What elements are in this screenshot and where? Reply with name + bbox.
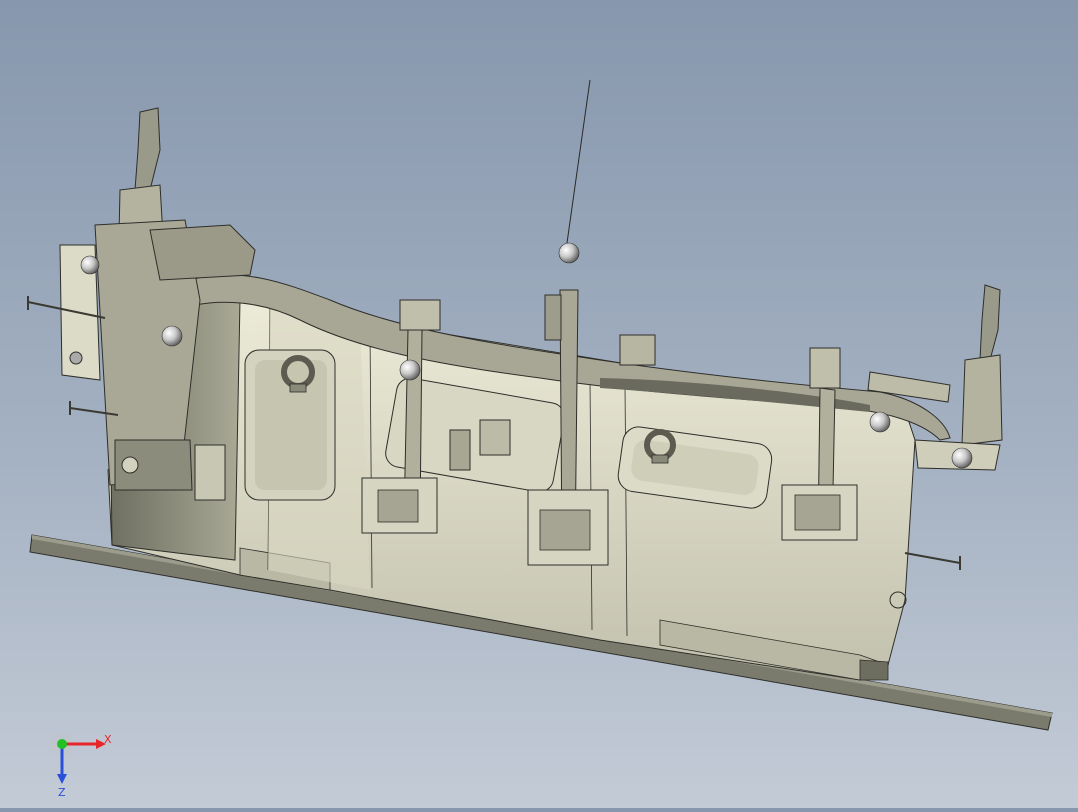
cad-viewport[interactable]: X Z [0, 0, 1078, 808]
locating-ball-4[interactable] [869, 411, 891, 433]
locating-ball-1[interactable] [558, 242, 580, 264]
y-axis-dot [57, 739, 67, 749]
z-axis-label: Z [58, 786, 66, 798]
coordinate-triad: X Z [40, 722, 130, 799]
pointer-rod [565, 79, 591, 251]
window-cutout-left [244, 349, 336, 501]
locating-ball-3[interactable] [399, 359, 421, 381]
locating-ball-6[interactable] [80, 255, 100, 275]
right-toggle-clamp[interactable] [914, 284, 1003, 471]
locating-ball-2[interactable] [161, 325, 183, 347]
x-axis-label: X [104, 733, 112, 746]
z-axis-head [57, 774, 67, 784]
locating-ball-5[interactable] [951, 447, 973, 469]
fixture-model[interactable] [0, 0, 1078, 808]
rail-block-1[interactable] [619, 334, 656, 366]
